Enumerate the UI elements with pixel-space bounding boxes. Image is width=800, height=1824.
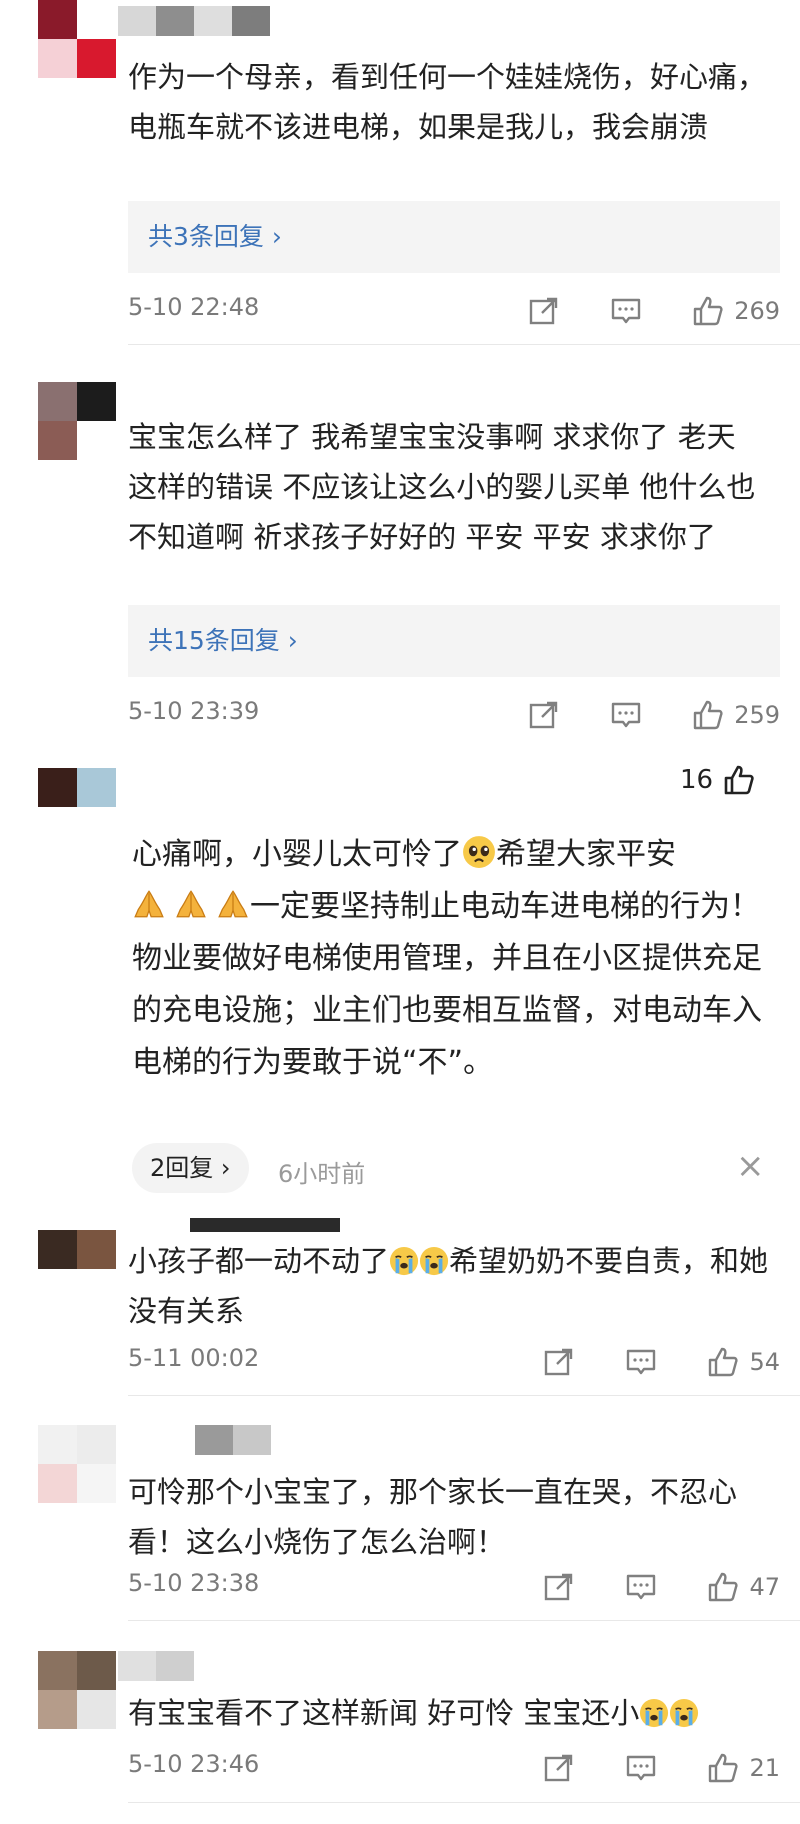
divider [128, 1802, 800, 1803]
comment-actions: 259 [528, 695, 780, 735]
comment-actions: 21 [543, 1748, 780, 1788]
folded-hands-emoji [216, 887, 250, 921]
comment-icon[interactable] [610, 699, 642, 731]
avatar[interactable] [38, 0, 116, 78]
comment-meta: 5-10 23:39 259 [128, 695, 780, 735]
time-ago: 6小时前 [278, 1160, 366, 1188]
divider [128, 344, 800, 345]
comment-actions: 47 [543, 1567, 780, 1607]
comment-text: 可怜那个小宝宝了，那个家长一直在哭，不忍心看！这么小烧伤了怎么治啊！ [128, 1475, 738, 1559]
comment-text-part-1: 有宝宝看不了这样新闻 好可怜 宝宝还小 [128, 1696, 640, 1730]
share-icon[interactable] [543, 1752, 575, 1784]
comment-icon[interactable] [625, 1346, 657, 1378]
like-count: 16 [680, 765, 714, 795]
comment-meta: 5-11 00:02 54 [128, 1342, 780, 1382]
like-count: 259 [734, 701, 780, 729]
username-blurred[interactable] [118, 1651, 194, 1681]
username-blurred[interactable] [190, 1218, 340, 1232]
avatar[interactable] [38, 768, 116, 808]
comment-icon[interactable] [625, 1752, 657, 1784]
avatar[interactable] [38, 382, 116, 460]
comment-time: 5-10 23:39 [128, 697, 260, 725]
loudly-crying-face-emoji [639, 1698, 669, 1728]
pleading-face-emoji [462, 835, 496, 869]
comment-icon[interactable] [610, 295, 642, 327]
avatar[interactable] [38, 1651, 116, 1729]
thumbs-up-icon[interactable] [692, 295, 724, 327]
comment-icon[interactable] [625, 1571, 657, 1603]
view-replies-button[interactable]: 共3条回复 › [128, 201, 780, 273]
username-blurred[interactable] [195, 1425, 271, 1455]
avatar[interactable] [38, 1230, 116, 1270]
comment-text: 作为一个母亲，看到任何一个娃娃烧伤，好心痛，电瓶车就不该进电梯，如果是我儿，我会… [128, 60, 767, 144]
close-icon[interactable]: × [736, 1146, 765, 1186]
comment-actions: 54 [543, 1342, 780, 1382]
comment-time: 5-10 23:38 [128, 1569, 260, 1597]
loudly-crying-face-emoji [419, 1246, 449, 1276]
like-count: 54 [749, 1348, 780, 1376]
comment-meta: 5-10 22:48 269 [128, 291, 780, 331]
folded-hands-emoji [174, 887, 208, 921]
like-group[interactable]: 16 [680, 764, 755, 796]
share-icon[interactable] [543, 1571, 575, 1603]
share-icon[interactable] [528, 699, 560, 731]
avatar[interactable] [38, 1425, 116, 1503]
comment-time: 5-10 22:48 [128, 293, 260, 321]
comment-text: 有宝宝看不了这样新闻 好可怜 宝宝还小 [128, 1688, 773, 1738]
comment-time: 5-10 23:46 [128, 1750, 260, 1778]
thumbs-up-icon[interactable] [707, 1752, 739, 1784]
view-replies-button[interactable]: 共15条回复 › [128, 605, 780, 677]
loudly-crying-face-emoji [669, 1698, 699, 1728]
loudly-crying-face-emoji [389, 1246, 419, 1276]
thumbs-up-icon[interactable] [723, 764, 755, 796]
like-count: 47 [749, 1573, 780, 1601]
comment-text-part-1: 小孩子都一动不动了 [128, 1244, 390, 1278]
comment-time: 5-11 00:02 [128, 1344, 260, 1372]
comment-text-part-2: 希望大家平安 [496, 837, 676, 872]
comment-text: 宝宝怎么样了 我希望宝宝没事啊 求求你了 老天 这样的错误 不应该让这么小的婴儿… [128, 420, 756, 554]
replies-count-label: 共3条回复 › [148, 222, 282, 251]
replies-pill-button[interactable]: 2回复 › [132, 1143, 249, 1193]
thumbs-up-icon[interactable] [707, 1346, 739, 1378]
username-blurred[interactable] [118, 6, 270, 36]
folded-hands-emoji [132, 887, 166, 921]
comment-meta: 5-10 23:38 47 [128, 1567, 780, 1607]
divider [128, 1620, 800, 1621]
comment-text-part-1: 心痛啊，小婴儿太可怜了 [132, 837, 462, 872]
thumbs-up-icon[interactable] [707, 1571, 739, 1603]
divider [128, 1395, 800, 1396]
thumbs-up-icon[interactable] [692, 699, 724, 731]
like-count: 21 [749, 1754, 780, 1782]
comment-text: 心痛啊，小婴儿太可怜了 希望大家平安 一定要坚持制止电动车进电梯的行为！物业要做好电… [132, 829, 772, 1089]
comment-actions: 269 [528, 291, 780, 331]
share-icon[interactable] [528, 295, 560, 327]
like-count: 269 [734, 297, 780, 325]
share-icon[interactable] [543, 1346, 575, 1378]
comment-meta: 5-10 23:46 21 [128, 1748, 780, 1788]
replies-count-label: 共15条回复 › [148, 626, 298, 655]
comment-text: 小孩子都一动不动了 希望奶奶不要自责，和她没有关系 [128, 1236, 773, 1336]
